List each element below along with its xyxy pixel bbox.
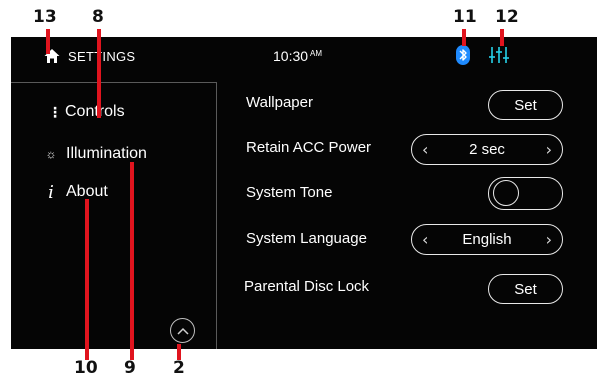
system-language-spinner[interactable]: ‹ English › [411, 224, 563, 255]
clock: 10:30 AM [273, 48, 322, 64]
sidebar-item-illumination[interactable]: ☼ Illumination [11, 139, 211, 169]
chevron-right-icon[interactable]: › [546, 140, 552, 159]
page-title: SETTINGS [68, 49, 136, 64]
sidebar-item-controls[interactable]: ⋮ Controls [11, 97, 211, 127]
wallpaper-label: Wallpaper [246, 94, 313, 111]
callout-12: 12 [495, 7, 519, 27]
chevron-up-icon [176, 327, 189, 335]
system-language-label: System Language [246, 230, 367, 247]
sidebar-item-label: Controls [65, 103, 125, 120]
callout-line-12 [500, 29, 504, 46]
system-language-value: English [462, 231, 512, 248]
parental-disc-lock-label: Parental Disc Lock [244, 278, 370, 295]
chevron-left-icon[interactable]: ‹ [422, 230, 428, 249]
chevron-right-icon[interactable]: › [546, 230, 552, 249]
bluetooth-icon[interactable] [456, 45, 470, 65]
sun-icon: ☼ [45, 147, 57, 161]
callout-line-13 [46, 29, 50, 54]
callout-10: 10 [74, 358, 98, 378]
equalizer-icon[interactable] [489, 46, 509, 64]
callout-8: 8 [92, 7, 104, 27]
wallpaper-set-button[interactable]: Set [488, 90, 563, 120]
callout-13: 13 [33, 7, 57, 27]
menu-dots-icon: ⋮ [48, 103, 62, 120]
retain-acc-power-label: Retain ACC Power [246, 139, 372, 156]
callout-2: 2 [173, 358, 185, 378]
clock-time: 10:30 [273, 48, 309, 64]
callout-line-9 [130, 162, 134, 360]
sidebar: ⋮ Controls ☼ Illumination i About [11, 82, 217, 349]
parental-disc-lock-set-button[interactable]: Set [488, 274, 563, 304]
callout-11: 11 [453, 7, 477, 27]
system-tone-toggle[interactable] [488, 177, 563, 210]
toggle-knob [493, 180, 519, 206]
callout-9: 9 [124, 358, 136, 378]
clock-ampm: AM [310, 49, 323, 58]
retain-acc-power-value: 2 sec [469, 141, 505, 158]
sidebar-item-label: Illumination [66, 145, 147, 162]
sidebar-item-about[interactable]: i About [11, 177, 211, 207]
callout-line-8 [97, 29, 101, 118]
system-tone-label: System Tone [246, 184, 333, 201]
chevron-left-icon[interactable]: ‹ [422, 140, 428, 159]
callout-line-10 [85, 199, 89, 360]
retain-acc-power-spinner[interactable]: ‹ 2 sec › [411, 134, 563, 165]
scroll-up-button[interactable] [170, 318, 195, 343]
info-icon: i [48, 181, 54, 203]
callout-line-11 [462, 29, 466, 46]
callout-line-2 [177, 344, 181, 360]
